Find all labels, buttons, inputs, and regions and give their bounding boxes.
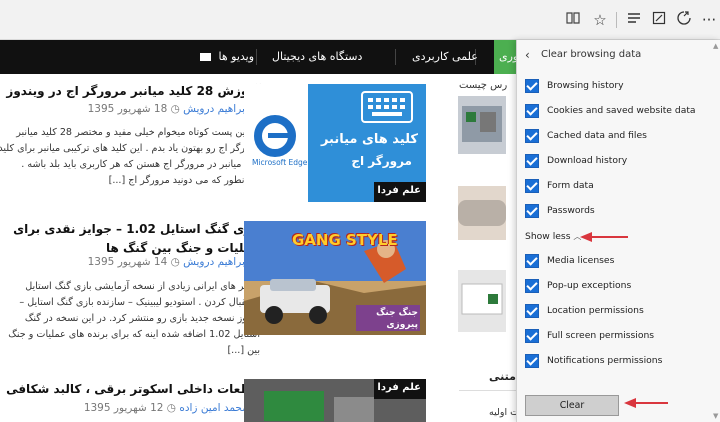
annotation-overlay bbox=[580, 232, 668, 408]
screenshot: ☆ ··· اخبار فناوری علمی کاربردی دستگاه ه… bbox=[0, 0, 720, 422]
red-arrow-icon bbox=[580, 232, 628, 242]
red-arrow-icon bbox=[624, 398, 668, 408]
